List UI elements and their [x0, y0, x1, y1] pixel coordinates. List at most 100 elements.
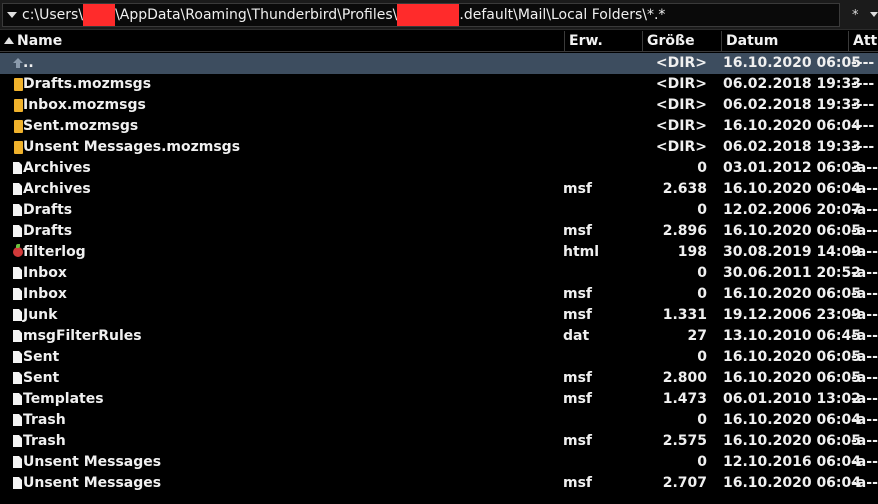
file-name: .. — [23, 55, 34, 71]
file-name: Drafts.mozmsgs — [23, 76, 152, 92]
file-size: 0 — [697, 454, 707, 470]
file-row[interactable]: msgFilterRules dat 27 13.10.2010 06:45 -a-- — [0, 326, 878, 347]
file-icon — [6, 389, 22, 410]
file-icon — [6, 158, 22, 179]
file-size: <DIR> — [655, 55, 707, 71]
file-date: 16.10.2020 06:04 — [723, 181, 862, 197]
file-attr: -a-- — [851, 349, 878, 365]
file-size: 1.473 — [662, 391, 707, 407]
file-attr: -a-- — [851, 265, 878, 281]
file-row[interactable]: Drafts 0 12.02.2006 20:07 -a-- — [0, 200, 878, 221]
file-size: 2.575 — [662, 433, 707, 449]
file-ext: msf — [563, 370, 593, 386]
file-icon — [6, 452, 22, 473]
file-row[interactable]: Archives 0 03.01.2012 06:03 -a-- — [0, 158, 878, 179]
file-row[interactable]: Templates msf 1.473 06.01.2010 13:02 -a-- — [0, 389, 878, 410]
file-icon — [6, 305, 22, 326]
path-segment-3: .default\Mail\Local Folders\*.* — [459, 7, 666, 23]
file-date: 16.10.2020 06:04 — [723, 412, 862, 428]
file-row[interactable]: Sent.mozmsgs <DIR> 16.10.2020 06:04 ---- — [0, 116, 878, 137]
file-attr: -a-- — [851, 475, 878, 491]
file-row[interactable]: Trash msf 2.575 16.10.2020 06:05 -a-- — [0, 431, 878, 452]
file-date: 06.02.2018 19:33 — [723, 76, 862, 92]
file-attr: -a-- — [851, 370, 878, 386]
file-attr: -a-- — [851, 244, 878, 260]
column-name[interactable]: Name — [0, 31, 565, 51]
file-date: 12.02.2006 20:07 — [723, 202, 862, 218]
file-row[interactable]: .. <DIR> 16.10.2020 06:05 ---- — [0, 53, 878, 74]
file-date: 03.01.2012 06:03 — [723, 160, 862, 176]
file-ext: dat — [563, 328, 590, 344]
path-segment-1: c:\Users\ — [22, 7, 84, 23]
file-row[interactable]: Inbox.mozmsgs <DIR> 06.02.2018 19:33 ---- — [0, 95, 878, 116]
file-ext: msf — [563, 475, 593, 491]
column-name-label: Name — [17, 33, 63, 49]
file-attr: ---- — [851, 139, 875, 155]
file-date: 06.02.2018 19:33 — [723, 97, 862, 113]
file-row[interactable]: Inbox 0 30.06.2011 20:52 -a-- — [0, 263, 878, 284]
file-date: 16.10.2020 06:05 — [723, 286, 862, 302]
redacted-username — [83, 4, 116, 26]
file-date: 16.10.2020 06:04 — [723, 118, 862, 134]
file-row[interactable]: Unsent Messages msf 2.707 16.10.2020 06:04-… — [0, 473, 878, 494]
file-icon — [6, 410, 22, 431]
file-ext: msf — [563, 286, 593, 302]
file-row[interactable]: Drafts.mozmsgs <DIR> 06.02.2018 19:33 ---- — [0, 74, 878, 95]
file-attr: ---- — [851, 118, 875, 134]
file-name: Templates — [23, 391, 104, 407]
file-row[interactable]: Sent msf 2.800 16.10.2020 06:05 -a-- — [0, 368, 878, 389]
path-field[interactable]: c:\Users\ \AppData\Roaming\Thunderbird\P… — [2, 3, 840, 27]
file-row[interactable]: Inbox msf 0 16.10.2020 06:05 -a-- — [0, 284, 878, 305]
file-list: .. <DIR> 16.10.2020 06:05 ---- Drafts.mozmsg… — [0, 53, 878, 494]
file-row[interactable]: Sent 0 16.10.2020 06:05 -a-- — [0, 347, 878, 368]
file-row[interactable]: Trash 0 16.10.2020 06:04 -a-- — [0, 410, 878, 431]
file-name: Unsent Messages — [23, 475, 162, 491]
file-attr: -a-- — [851, 160, 878, 176]
file-icon — [6, 431, 22, 452]
file-row[interactable]: filterlog html 198 30.08.2019 14:09 -a-- — [0, 242, 878, 263]
file-size: 0 — [697, 265, 707, 281]
file-attr: -a-- — [851, 181, 878, 197]
file-name: Unsent Messages — [23, 454, 162, 470]
column-attr[interactable]: Att — [849, 31, 878, 51]
file-date: 19.12.2006 23:09 — [723, 307, 862, 323]
file-icon — [6, 326, 22, 347]
file-name: Sent — [23, 349, 60, 365]
history-dropdown-icon[interactable] — [7, 12, 17, 18]
file-size: 2.638 — [662, 181, 707, 197]
file-row[interactable]: Drafts msf 2.896 16.10.2020 06:05 -a-- — [0, 221, 878, 242]
file-ext: msf — [563, 223, 593, 239]
file-icon — [6, 473, 22, 494]
file-ext: msf — [563, 391, 593, 407]
file-icon — [6, 263, 22, 284]
file-row[interactable]: Unsent Messages.mozmsgs <DIR> 06.02.2018 1… — [0, 137, 878, 158]
file-name: Drafts — [23, 223, 73, 239]
folder-icon — [6, 74, 23, 95]
file-name: Trash — [23, 433, 66, 449]
redacted-profile-name — [397, 4, 460, 26]
file-name: filterlog — [23, 244, 86, 260]
file-ext: msf — [563, 307, 593, 323]
tab-dropdown-icon[interactable] — [870, 12, 878, 17]
file-attr: -a-- — [851, 328, 878, 344]
file-attr: -a-- — [851, 391, 878, 407]
column-size[interactable]: Größe — [643, 31, 722, 51]
file-size: <DIR> — [655, 97, 707, 113]
file-row[interactable]: Unsent Messages 0 12.10.2016 06:04 -a-- — [0, 452, 878, 473]
file-size: <DIR> — [655, 76, 707, 92]
file-row[interactable]: Junk msf 1.331 19.12.2006 23:09 -a-- — [0, 305, 878, 326]
file-row[interactable]: Archives msf 2.638 16.10.2020 06:04 -a-- — [0, 179, 878, 200]
file-name: msgFilterRules — [23, 328, 142, 344]
file-ext: msf — [563, 433, 593, 449]
column-ext[interactable]: Erw. — [565, 31, 643, 51]
folder-icon — [6, 116, 23, 137]
file-name: Archives — [23, 160, 91, 176]
column-date[interactable]: Datum — [722, 31, 849, 51]
file-date: 06.01.2010 13:02 — [723, 391, 862, 407]
file-attr: ---- — [851, 97, 875, 113]
file-icon — [6, 221, 22, 242]
path-segment-2: \AppData\Roaming\Thunderbird\Profiles\ — [115, 7, 398, 23]
filter-star[interactable]: * — [852, 8, 859, 23]
file-ext: msf — [563, 181, 593, 197]
file-attr: -a-- — [851, 454, 878, 470]
